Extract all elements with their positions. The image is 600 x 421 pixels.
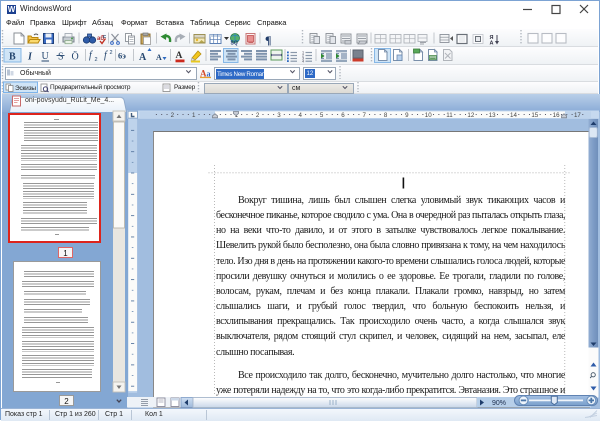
- svg-text:Ö: Ö: [72, 51, 79, 63]
- svg-text:4: 4: [299, 112, 303, 119]
- svg-text:U: U: [42, 51, 50, 62]
- svg-text:15: 15: [531, 112, 538, 119]
- svg-text:3: 3: [277, 112, 281, 119]
- svg-text:A: A: [156, 53, 162, 62]
- svg-text:A: A: [139, 52, 147, 63]
- svg-text:17: 17: [574, 112, 581, 119]
- svg-text:f: f: [104, 50, 108, 61]
- svg-text:6: 6: [341, 112, 345, 119]
- svg-text:9: 9: [405, 112, 409, 119]
- svg-text:Эскизы: Эскизы: [15, 85, 36, 92]
- svg-text:7: 7: [363, 112, 367, 119]
- svg-text:2: 2: [256, 112, 260, 119]
- svg-text:f: f: [89, 50, 93, 61]
- svg-text:S: S: [58, 52, 64, 63]
- svg-text:5: 5: [320, 112, 324, 119]
- svg-text:¶: ¶: [265, 33, 271, 47]
- svg-text:6э: 6э: [118, 51, 126, 61]
- svg-text:2: 2: [95, 57, 98, 63]
- svg-text:12: 12: [467, 112, 474, 119]
- svg-text:B: B: [9, 52, 16, 63]
- svg-text:8: 8: [384, 112, 388, 119]
- svg-text:SQ: SQ: [231, 41, 238, 47]
- svg-text:с: с: [103, 34, 106, 40]
- svg-text:I: I: [27, 52, 33, 63]
- svg-text:2: 2: [171, 112, 175, 119]
- svg-text:1: 1: [192, 112, 196, 119]
- svg-text:13: 13: [489, 112, 496, 119]
- svg-text:10: 10: [425, 112, 432, 119]
- svg-text:14: 14: [510, 112, 517, 119]
- svg-text:16: 16: [553, 112, 560, 119]
- svg-text:А: А: [490, 41, 494, 47]
- svg-text:11: 11: [446, 112, 453, 119]
- svg-text:4: 4: [302, 59, 304, 63]
- svg-text:2: 2: [110, 50, 113, 56]
- svg-text:90%: 90%: [492, 400, 506, 407]
